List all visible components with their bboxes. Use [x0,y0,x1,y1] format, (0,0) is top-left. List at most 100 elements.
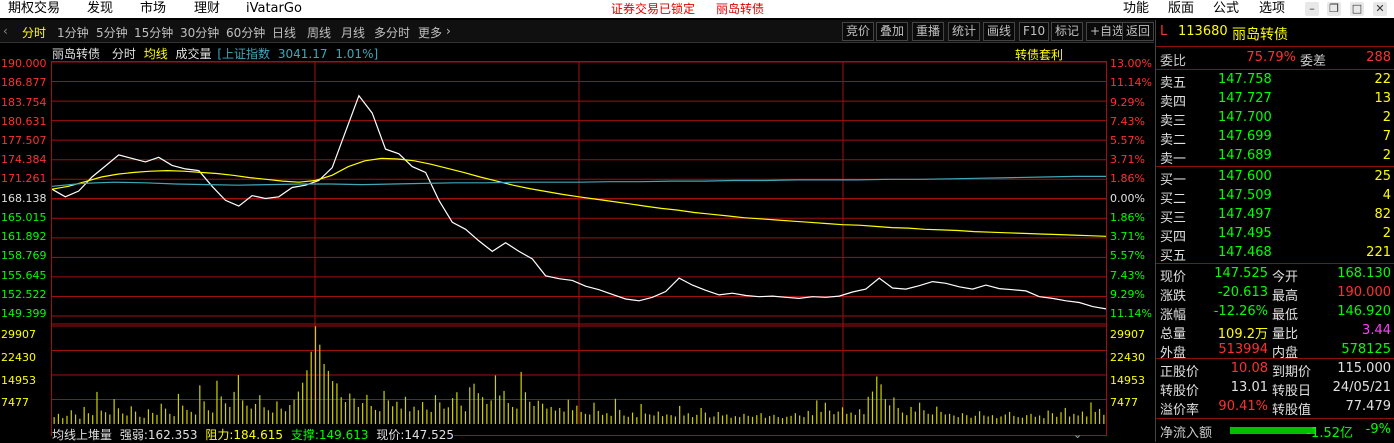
bid-volume: 4 [1382,188,1391,203]
net-inflow-row: 净流入额 -1.52亿 -9% [1160,422,1391,441]
quote-label: 总量 [1160,327,1187,342]
quote-label: 今开 [1272,270,1299,285]
bond-value: 24/05/21 [1332,380,1391,395]
bid-volume: 82 [1374,207,1391,222]
ask-level-row[interactable]: 卖二 147.699 7 [1160,129,1391,148]
strength-value: 162.353 [147,428,198,442]
bid-level-row[interactable]: 买五 147.468 221 [1160,245,1391,264]
bond-value: 10.08 [1230,361,1268,376]
bond-value: 90.41% [1218,399,1268,414]
scroll-down-icon[interactable]: ⌄ [1073,428,1082,441]
ask-price: 147.727 [1218,91,1272,106]
bond-label: 转股值 [1272,403,1312,418]
close-icon[interactable]: ✕ [1373,2,1387,16]
quote-value: 109.2万 [1217,327,1268,342]
bond-value: 115.000 [1337,361,1391,376]
indicator-name: 均线上堆量 [52,428,113,442]
net-inflow-value: -1.52亿 [1306,426,1353,441]
quote-value: 3.44 [1362,323,1391,338]
quote-value: 168.130 [1337,266,1391,281]
menu-layout[interactable]: 版面 [1168,0,1194,18]
commission-ratio-row: 委比 75.79% 委差 288 [1160,50,1391,69]
bid-price: 147.468 [1218,245,1272,260]
bid-label: 买三 [1160,211,1187,226]
weicha-label: 委差 [1300,54,1327,69]
bond-label: 到期价 [1272,365,1312,380]
menu-options[interactable]: 选项 [1259,0,1285,18]
stock-code: 113680 [1178,24,1228,39]
menu-formula[interactable]: 公式 [1213,0,1239,18]
market-flag: L [1160,24,1168,39]
bid-price: 147.497 [1218,207,1272,222]
quote-panel: L 113680 丽岛转债 委比 75.79% 委差 288 卖五 147.758… [1155,20,1394,442]
ask-volume: 7 [1382,129,1391,144]
bond-label: 转股价 [1160,384,1200,399]
support-label: 支撑: [290,428,319,442]
quote-row: 涨跌 -20.613 最高 190.000 [1160,285,1391,304]
bid-price: 147.495 [1218,226,1272,241]
ask-volume: 2 [1382,110,1391,125]
quote-value: 578125 [1341,342,1391,357]
bond-row: 溢价率 90.41% 转股值 77.479 [1160,399,1392,418]
net-inflow-bar [1230,427,1315,434]
bid-price: 147.600 [1218,169,1272,184]
resistance-label: 阻力: [205,428,234,442]
quote-row: 涨幅 -12.26% 最低 146.920 [1160,304,1391,323]
net-inflow-label: 净流入额 [1160,426,1213,441]
stock-name: 丽岛转债 [1232,27,1288,43]
support-value: 149.613 [318,428,369,442]
bid-label: 买四 [1160,230,1187,245]
bond-label: 转股日 [1272,384,1312,399]
bid-level-row[interactable]: 买二 147.509 4 [1160,188,1391,207]
quote-value: -20.613 [1217,285,1268,300]
bid-price: 147.509 [1218,188,1272,203]
chart-frame [51,61,1107,436]
ask-price: 147.689 [1218,148,1272,163]
bond-label: 溢价率 [1160,403,1200,418]
price-value: 147.525 [404,428,455,442]
quote-label: 涨幅 [1160,308,1187,323]
quote-row: 现价 147.525 今开 168.130 [1160,266,1391,285]
maximize-icon[interactable]: □ [1350,2,1364,16]
ask-volume: 13 [1374,91,1391,106]
price-label: 现价: [376,428,405,442]
ask-price: 147.699 [1218,129,1272,144]
resistance-value: 184.615 [233,428,284,442]
strength-label: 强弱: [119,428,148,442]
bid-level-row[interactable]: 买四 147.495 2 [1160,226,1391,245]
minimize-icon[interactable]: – [1305,2,1319,16]
ask-label: 卖一 [1160,152,1187,167]
bid-level-row[interactable]: 买一 147.600 25 [1160,169,1391,188]
ask-level-row[interactable]: 卖三 147.700 2 [1160,110,1391,129]
quote-value: -12.26% [1213,304,1268,319]
bond-row: 转股价 13.01 转股日 24/05/21 [1160,380,1391,399]
ask-level-row[interactable]: 卖一 147.689 2 [1160,148,1391,167]
net-inflow-pct: -9% [1365,422,1391,437]
quote-row: 总量 109.2万 量比 3.44 [1160,323,1391,342]
bond-value: 77.479 [1345,399,1392,414]
ask-price: 147.758 [1218,72,1272,87]
ask-level-row[interactable]: 卖五 147.758 22 [1160,72,1391,91]
quote-value: 190.000 [1337,285,1391,300]
restore-icon[interactable]: ❐ [1327,2,1341,16]
weibi-value: 75.79% [1246,50,1296,65]
bid-volume: 2 [1382,226,1391,241]
ask-price: 147.700 [1218,110,1272,125]
quote-label: 最低 [1272,308,1299,323]
bid-volume: 221 [1366,245,1391,260]
bid-level-row[interactable]: 买三 147.497 82 [1160,207,1391,226]
bond-row: 正股价 10.08 到期价 115.000 [1160,361,1391,380]
quote-value: 146.920 [1337,304,1391,319]
quote-header: L 113680 丽岛转债 [1160,24,1391,44]
bid-label: 买二 [1160,192,1187,207]
bid-volume: 25 [1374,169,1391,184]
bond-value: 13.01 [1230,380,1268,395]
quote-label: 涨跌 [1160,289,1187,304]
ask-label: 卖三 [1160,114,1187,129]
ask-label: 卖二 [1160,133,1187,148]
bid-label: 买一 [1160,173,1187,188]
ask-volume: 2 [1382,148,1391,163]
ask-level-row[interactable]: 卖四 147.727 13 [1160,91,1391,110]
quote-label: 现价 [1160,270,1187,285]
quote-value: 147.525 [1214,266,1268,281]
